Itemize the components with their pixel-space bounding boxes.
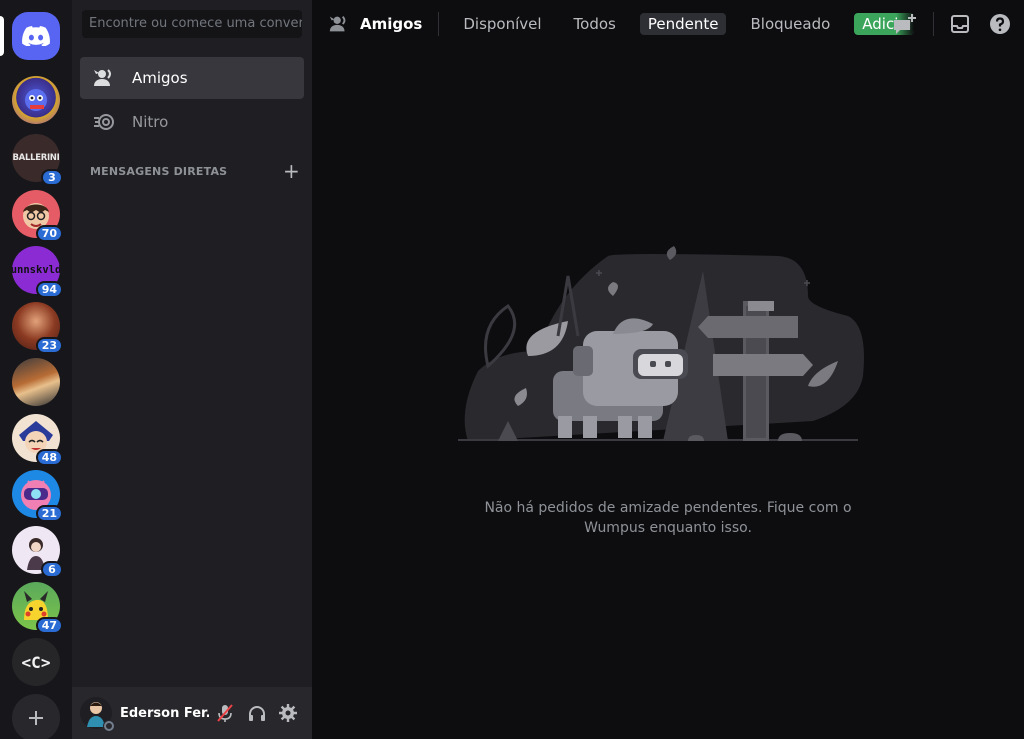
status-indicator xyxy=(103,720,115,732)
dm-section-header: MENSAGENS DIRETAS + xyxy=(90,161,300,181)
new-group-dm-icon xyxy=(894,14,916,34)
deafen-button[interactable] xyxy=(241,697,273,729)
help-button[interactable] xyxy=(986,10,1014,38)
divider xyxy=(933,12,934,36)
username: Ederson Fer... xyxy=(120,705,209,721)
app-window: BALLERINI 3 70 unnskvld 94 23 48 21 6 47… xyxy=(0,0,1024,739)
server-avatar: <C> xyxy=(12,638,60,686)
server-icon[interactable]: 21 xyxy=(12,470,63,522)
server-icon[interactable]: 6 xyxy=(12,526,63,578)
selected-indicator xyxy=(0,16,4,56)
friends-icon xyxy=(328,13,350,35)
mention-badge: 21 xyxy=(35,505,63,522)
empty-state-text: Não há pedidos de amizade pendentes. Fiq… xyxy=(484,500,852,536)
server-icon[interactable] xyxy=(12,358,60,406)
dm-header-label: MENSAGENS DIRETAS xyxy=(90,164,228,178)
mute-button[interactable] xyxy=(209,697,241,729)
server-icon[interactable] xyxy=(12,76,60,124)
friends-icon xyxy=(92,66,116,90)
mention-badge: 23 xyxy=(35,337,63,354)
divider xyxy=(438,12,440,36)
server-avatar xyxy=(12,358,60,406)
headphones-icon xyxy=(248,706,265,721)
server-avatar xyxy=(12,76,60,124)
microphone-muted-icon xyxy=(217,704,233,722)
header-toolbar xyxy=(879,10,1014,38)
server-icon[interactable]: <C> xyxy=(12,638,60,686)
friends-header: Amigos Disponível Todos Pendente Bloquea… xyxy=(312,0,1024,48)
page-title-text: Amigos xyxy=(360,15,423,33)
avatar[interactable] xyxy=(80,697,115,732)
pending-empty-state: Não há pedidos de amizade pendentes. Fiq… xyxy=(312,48,1024,739)
wumpus-illustration xyxy=(458,246,864,441)
inbox-button[interactable] xyxy=(946,10,974,38)
create-dm-button[interactable]: + xyxy=(283,161,300,181)
server-icon[interactable]: BALLERINI 3 xyxy=(12,134,63,186)
tab-blocked[interactable]: Bloqueado xyxy=(742,13,838,35)
nav-item-friends[interactable]: Amigos xyxy=(80,57,304,99)
server-icon[interactable]: 48 xyxy=(12,414,63,466)
page-title: Amigos xyxy=(328,13,422,35)
server-icon[interactable]: 47 xyxy=(12,582,63,634)
main-content: Amigos Disponível Todos Pendente Bloquea… xyxy=(312,0,1024,739)
mention-badge: 48 xyxy=(35,449,63,466)
server-icon[interactable]: unnskvld 94 xyxy=(12,246,63,298)
nav-item-nitro[interactable]: Nitro xyxy=(80,101,304,143)
gear-icon xyxy=(279,704,298,722)
mention-badge: 6 xyxy=(41,561,63,578)
mention-badge: 3 xyxy=(41,169,63,186)
server-rail: BALLERINI 3 70 unnskvld 94 23 48 21 6 47… xyxy=(0,0,72,739)
mention-badge: 47 xyxy=(35,617,63,634)
user-panel: Ederson Fer... xyxy=(72,687,312,739)
tab-pending[interactable]: Pendente xyxy=(639,13,727,35)
mention-badge: 70 xyxy=(35,225,63,242)
help-icon xyxy=(990,14,1010,34)
nav-label: Nitro xyxy=(132,113,169,131)
home-button[interactable] xyxy=(12,12,60,60)
new-group-dm-button[interactable] xyxy=(891,10,919,38)
add-server-button[interactable] xyxy=(12,694,60,739)
inbox-icon xyxy=(951,15,969,33)
user-settings-button[interactable] xyxy=(272,697,304,729)
server-icon[interactable]: 23 xyxy=(12,302,63,354)
dm-sidebar: Encontre ou comece uma conversa Amigos N… xyxy=(72,0,312,739)
server-icon[interactable]: 70 xyxy=(12,190,63,242)
tab-all[interactable]: Todos xyxy=(566,13,624,35)
discord-logo-icon xyxy=(22,26,50,46)
tab-online[interactable]: Disponível xyxy=(455,13,549,35)
plus-icon xyxy=(29,711,43,725)
mention-badge: 94 xyxy=(35,281,63,298)
nav-label: Amigos xyxy=(132,69,188,87)
search-bar: Encontre ou comece uma conversa xyxy=(72,0,312,48)
search-input[interactable]: Encontre ou comece uma conversa xyxy=(82,10,302,38)
nitro-icon xyxy=(92,110,116,134)
